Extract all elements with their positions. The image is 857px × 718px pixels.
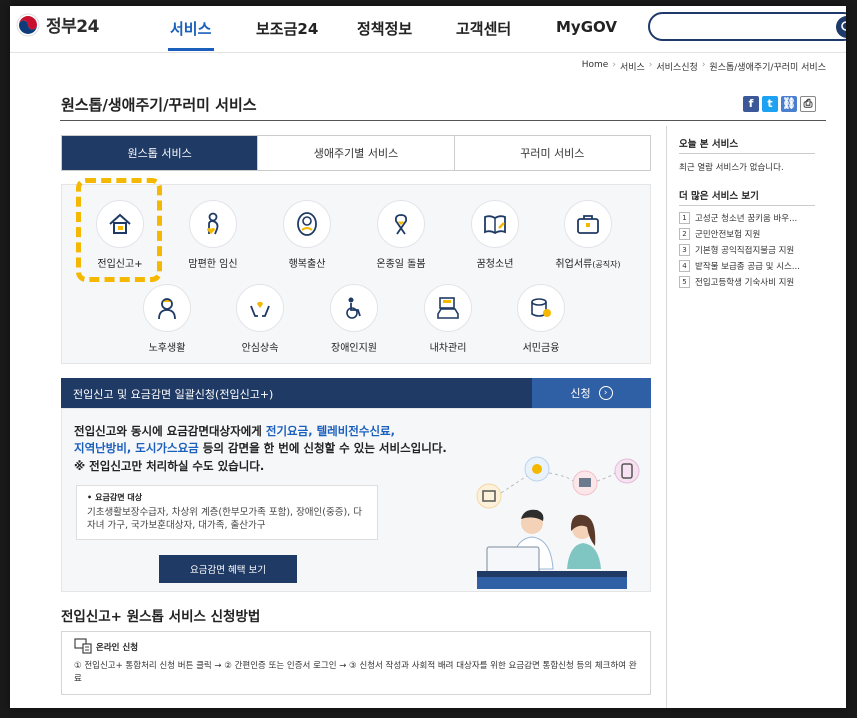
service-label: 행복출산 <box>288 259 326 270</box>
service-label: 장애인지원 <box>331 343 377 354</box>
service-label: 취업서류(공직자) <box>555 259 621 270</box>
view-discount-benefits-button[interactable]: 요금감면 혜택 보기 <box>159 555 297 583</box>
link-copy-icon[interactable]: ⛓ <box>781 96 797 112</box>
service-label: 꿈청소년 <box>476 259 514 270</box>
apply-button[interactable]: 신청 › <box>532 378 651 408</box>
service-pregnancy[interactable]: 맘편한 임신 <box>173 200 253 270</box>
nav-subsidy24[interactable]: 보조금24 <box>256 18 318 39</box>
service-label: 서민금융 <box>522 343 560 354</box>
baby-icon <box>297 212 317 236</box>
service-youth[interactable]: 꿈청소년 <box>455 200 535 270</box>
logo-text: 정부24 <box>46 17 99 37</box>
wheelchair-icon <box>346 297 361 319</box>
breadcrumb-service-apply[interactable]: 서비스신청 <box>656 60 697 73</box>
more-service-item[interactable]: 5 전입고등학생 기숙사비 지원 <box>679 276 794 288</box>
service-employment-documents[interactable]: 취업서류(공직자) <box>548 200 628 270</box>
breadcrumb: Home › 서비스 › 서비스신청 › 원스톱/생애주기/꾸러미 서비스 <box>581 60 826 73</box>
banner-title: 전입신고 및 요금감면 일괄신청(전입신고+) <box>73 388 274 401</box>
elderly-icon <box>158 298 176 320</box>
book-icon <box>484 215 506 235</box>
tab-lifecycle[interactable]: 생애주기별 서비스 <box>258 136 455 170</box>
service-elderly-life[interactable]: 노후생활 <box>127 284 207 354</box>
coins-icon <box>531 298 551 317</box>
breadcrumb-home[interactable]: Home <box>582 60 609 73</box>
more-services-title: 더 많은 서비스 보기 <box>679 191 759 202</box>
gov24-logo[interactable]: 정부24 <box>16 12 99 37</box>
service-label: 노후생활 <box>148 343 186 354</box>
service-all-day-care[interactable]: 온종일 돌봄 <box>361 200 441 270</box>
print-icon[interactable]: ⎙ <box>800 96 816 112</box>
car-icon <box>437 297 459 319</box>
more-service-item[interactable]: 3 기본형 공익직접지불금 지원 <box>679 244 794 256</box>
twitter-share-icon[interactable]: t <box>762 96 778 112</box>
service-label: 내차관리 <box>429 343 467 354</box>
service-car-management[interactable]: 내차관리 <box>408 284 488 354</box>
page-title: 원스톱/생애주기/꾸러미 서비스 <box>61 96 257 114</box>
method-title: 전입신고+ 원스톱 서비스 신청방법 <box>61 609 261 625</box>
highlight-marker <box>76 178 162 282</box>
right-sidebar: 오늘 본 서비스 최근 열람 서비스가 없습니다. 더 많은 서비스 보기 1고… <box>666 126 827 708</box>
tab-package[interactable]: 꾸러미 서비스 <box>454 136 650 170</box>
people-computer-illustration <box>476 456 640 589</box>
service-description: 전입신고와 동시에 요금감면대상자에게 전기요금, 텔레비전수신료, 지역난방비… <box>74 424 447 455</box>
title-divider <box>60 120 826 121</box>
more-service-item[interactable]: 1 고성군 청소년 꿈키움 바우... <box>679 212 797 224</box>
breadcrumb-service[interactable]: 서비스 <box>620 60 645 73</box>
discount-target-box: 요금감면 대상 기초생활보장수급자, 차상위 계층(한부모가족 포함), 장애인… <box>76 485 378 540</box>
sidebar-divider <box>679 153 815 154</box>
nav-service[interactable]: 서비스 <box>170 18 211 39</box>
nav-mygov[interactable]: MyGOV <box>556 18 617 36</box>
nav-policy-info[interactable]: 정책정보 <box>357 18 412 39</box>
online-apply-steps: ① 전입신고+ 통합처리 신청 버튼 클릭 → ② 간편인증 또는 인증서 로그… <box>74 661 637 684</box>
nav-customer-center[interactable]: 고객센터 <box>456 18 511 39</box>
pregnant-icon <box>207 212 219 235</box>
service-disability-support[interactable]: 장애인지원 <box>314 284 394 354</box>
service-label: 안심상속 <box>241 343 279 354</box>
apply-label: 신청 <box>570 387 591 400</box>
online-apply-method-box: 온라인 신청 ① 전입신고+ 통합처리 신청 버튼 클릭 → ② 간편인증 또는… <box>61 631 651 695</box>
online-apply-icon <box>74 638 92 654</box>
discount-heading: 요금감면 대상 <box>87 492 367 503</box>
service-childbirth[interactable]: 행복출산 <box>267 200 347 270</box>
facebook-share-icon[interactable]: f <box>743 96 759 112</box>
taegeuk-emblem-icon <box>16 13 40 36</box>
recent-services-empty: 최근 열람 서비스가 없습니다. <box>679 163 784 173</box>
service-description-panel: 전입신고와 동시에 요금감면대상자에게 전기요금, 텔레비전수신료, 지역난방비… <box>61 408 651 592</box>
tab-onestop[interactable]: 원스톱 서비스 <box>62 136 259 170</box>
search-button[interactable] <box>836 16 846 38</box>
service-microfinance[interactable]: 서민금융 <box>501 284 581 354</box>
search-icon <box>841 21 846 31</box>
service-inheritance[interactable]: 안심상속 <box>220 284 300 354</box>
service-tabs: 원스톱 서비스 생애주기별 서비스 꾸러미 서비스 <box>61 135 651 171</box>
recent-services-title: 오늘 본 서비스 <box>679 139 739 150</box>
discount-body: 기초생활보장수급자, 차상위 계층(한부모가족 포함), 장애인(중증), 다자… <box>87 507 362 531</box>
breadcrumb-current[interactable]: 원스톱/생애주기/꾸러미 서비스 <box>709 60 826 73</box>
more-service-item[interactable]: 2 군민안전보험 지원 <box>679 228 760 240</box>
move-in-only-note: ※ 전입신고만 처리하실 수도 있습니다. <box>74 459 265 473</box>
service-label: 맘편한 임신 <box>188 259 238 270</box>
service-banner: 전입신고 및 요금감면 일괄신청(전입신고+) 신청 › <box>61 378 651 408</box>
online-apply-title: 온라인 신청 <box>96 643 139 653</box>
more-service-item[interactable]: 4 밭작물 보급종 공급 및 시스... <box>679 260 800 272</box>
briefcase-icon <box>577 215 599 234</box>
hands-icon <box>250 301 270 317</box>
browser-page: 정부24 서비스 보조금24 정책정보 고객센터 MyGOV Home › 서비스… <box>10 6 846 708</box>
search-input[interactable] <box>648 12 846 41</box>
chevron-right-icon: › <box>598 386 613 400</box>
service-label: 온종일 돌봄 <box>376 259 426 270</box>
active-nav-indicator <box>168 48 214 51</box>
sidebar-divider <box>679 205 815 206</box>
site-header: 정부24 서비스 보조금24 정책정보 고객센터 MyGOV <box>10 6 846 53</box>
ribbon-icon <box>394 214 408 235</box>
